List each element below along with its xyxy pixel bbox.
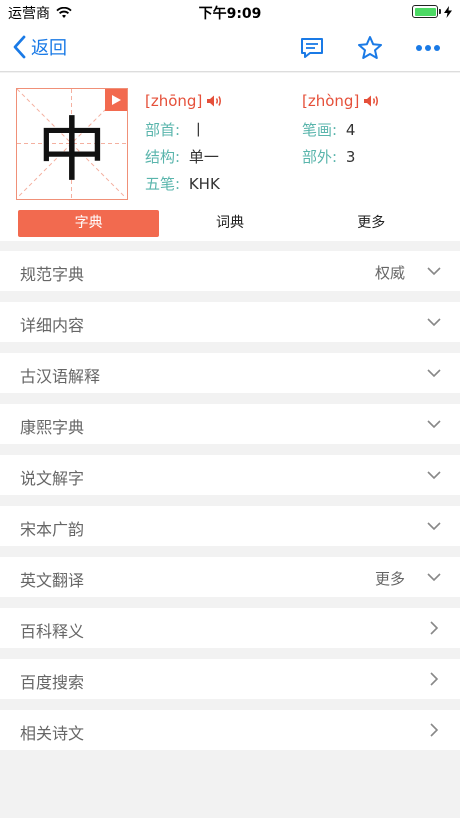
wubi-label: 五笔: <box>145 175 181 193</box>
section-title: 康熙字典 <box>20 418 85 437</box>
section-title: 规范字典 <box>20 265 85 284</box>
outside-value: 3 <box>345 148 356 166</box>
nav-bar: 返回 <box>0 24 460 72</box>
stroke-animation-button[interactable] <box>105 89 127 111</box>
chevron-down-icon <box>427 573 441 582</box>
section-title: 百度搜索 <box>20 673 85 692</box>
tab-cidian[interactable]: 词典 <box>159 210 300 237</box>
chevron-down-icon <box>427 471 441 480</box>
radical-info: 部首: 丨 <box>145 119 206 140</box>
back-label: 返回 <box>31 38 67 59</box>
strokes-info: 笔画: 4 <box>302 119 355 140</box>
chevron-left-icon <box>13 35 26 59</box>
pinyin-text: [zhōng] <box>145 92 203 110</box>
section-title: 百科释义 <box>20 622 85 641</box>
character-grid: 中 <box>16 88 128 200</box>
speaker-icon <box>364 95 379 107</box>
comment-icon <box>301 38 323 58</box>
tab-bar: 字典 词典 更多 <box>18 210 442 237</box>
wubi-value: KHK <box>188 175 220 193</box>
battery-icon <box>412 5 452 18</box>
section-row-kangxi[interactable]: 康熙字典 <box>0 404 460 444</box>
status-time: 下午9:09 <box>198 6 262 22</box>
chevron-down-icon <box>427 318 441 327</box>
section-title: 古汉语解释 <box>20 367 101 386</box>
chevron-down-icon <box>427 267 441 276</box>
radical-label: 部首: <box>145 121 181 139</box>
section-row-english[interactable]: 英文翻译 更多 <box>0 557 460 597</box>
speaker-icon <box>207 95 222 107</box>
section-extra: 权威 <box>374 264 405 282</box>
chevron-right-icon <box>430 672 439 686</box>
charging-icon <box>444 5 452 18</box>
more-icon <box>416 45 440 51</box>
outside-strokes-info: 部外: 3 <box>302 146 355 167</box>
back-button[interactable]: 返回 <box>12 34 67 60</box>
pinyin-zhong4[interactable]: [zhòng] <box>302 92 381 110</box>
comment-button[interactable] <box>298 34 326 62</box>
radical-value: 丨 <box>190 121 206 139</box>
structure-value: 单一 <box>188 148 219 166</box>
structure-label: 结构: <box>145 148 181 166</box>
section-title: 英文翻译 <box>20 571 85 590</box>
strokes-label: 笔画: <box>302 121 338 139</box>
section-row-baidu[interactable]: 百度搜索 <box>0 659 460 699</box>
character-card: 中 [zhōng] [zhòng] 部首: 丨 笔画: 4 结构: 单一 部外:… <box>0 73 460 241</box>
chevron-right-icon <box>430 621 439 635</box>
section-row-detail[interactable]: 详细内容 <box>0 302 460 342</box>
section-title: 宋本广韵 <box>20 520 85 539</box>
tab-more[interactable]: 更多 <box>301 210 442 237</box>
chevron-right-icon <box>430 723 439 737</box>
nav-actions <box>298 34 442 62</box>
section-row-classical[interactable]: 古汉语解释 <box>0 353 460 393</box>
more-button[interactable] <box>414 34 442 62</box>
section-row-guangyun[interactable]: 宋本广韵 <box>0 506 460 546</box>
chevron-down-icon <box>427 420 441 429</box>
section-title: 相关诗文 <box>20 724 85 743</box>
star-icon <box>358 36 382 59</box>
section-title: 详细内容 <box>20 316 85 335</box>
chevron-down-icon <box>427 369 441 378</box>
wubi-info: 五笔: KHK <box>145 173 220 194</box>
section-row-shuowen[interactable]: 说文解字 <box>0 455 460 495</box>
chevron-down-icon <box>427 522 441 531</box>
status-bar: 运营商 下午9:09 <box>0 0 460 24</box>
favorite-button[interactable] <box>356 34 384 62</box>
strokes-value: 4 <box>345 121 356 139</box>
section-row-guifan[interactable]: 规范字典 权威 <box>0 251 460 291</box>
section-list: 规范字典 权威 详细内容 古汉语解释 康熙字典 说文解字 宋本广韵 英文翻译 更… <box>0 251 460 761</box>
section-row-poems[interactable]: 相关诗文 <box>0 710 460 750</box>
play-icon <box>112 95 121 105</box>
outside-label: 部外: <box>302 148 338 166</box>
pinyin-text: [zhòng] <box>302 92 360 110</box>
section-title: 说文解字 <box>20 469 85 488</box>
tab-zidian[interactable]: 字典 <box>18 210 160 237</box>
section-extra: 更多 <box>374 570 405 588</box>
pinyin-zhong1[interactable]: [zhōng] <box>145 92 224 110</box>
structure-info: 结构: 单一 <box>145 146 219 167</box>
section-row-baike[interactable]: 百科释义 <box>0 608 460 648</box>
